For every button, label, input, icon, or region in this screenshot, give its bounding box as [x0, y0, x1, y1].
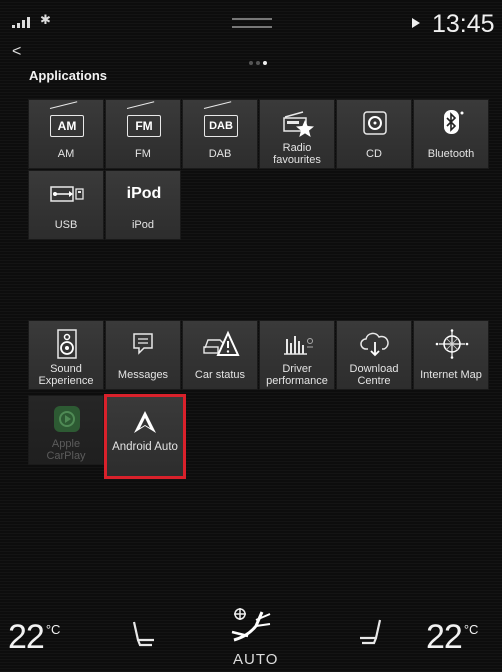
climate-auto-label[interactable]: AUTO [233, 651, 278, 668]
am-radio-icon: AM [29, 106, 105, 140]
signal-strength-icon [12, 17, 30, 28]
app-label: iPod [131, 219, 155, 231]
playing-icon [412, 18, 420, 28]
app-label: DAB [208, 148, 232, 160]
right-temperature[interactable]: 22 °C [426, 618, 478, 657]
cloud-download-icon [337, 327, 413, 361]
android-auto-icon [107, 405, 183, 439]
fm-icon-text: FM [127, 115, 161, 137]
radio-star-icon [260, 106, 336, 140]
cd-icon [337, 106, 413, 140]
status-bar: ✱ 13:45 [0, 0, 502, 44]
page-dot [249, 61, 253, 65]
app-label: FM [135, 148, 151, 160]
dab-icon-text: DAB [204, 115, 238, 137]
app-label: Bluetooth [427, 148, 475, 160]
app-tile-apple-carplay[interactable]: Apple CarPlay [28, 395, 104, 465]
temp-unit: °C [463, 622, 479, 637]
app-tile-fm[interactable]: FM FM [105, 99, 181, 169]
dab-radio-icon: DAB [183, 106, 259, 140]
app-label: Apple CarPlay [46, 438, 86, 462]
clock: 13:45 [432, 10, 495, 38]
infotainment-screen: ✱ 13:45 < Applications AM AM FM FM DAB D… [0, 0, 502, 672]
app-tile-car-status[interactable]: Car status [182, 320, 258, 390]
app-label: Driver performance [266, 363, 328, 387]
app-tile-download-centre[interactable]: Download Centre [336, 320, 412, 390]
left-temp-value: 22 [8, 618, 45, 656]
right-seat-heat-icon[interactable] [356, 616, 386, 648]
app-tile-radio-favourites[interactable]: Radio favourites [259, 99, 335, 169]
compass-icon [414, 327, 490, 361]
am-icon-text: AM [50, 115, 84, 137]
page-title: Applications [29, 68, 108, 83]
ipod-icon: iPod [106, 177, 182, 211]
app-tile-bluetooth[interactable]: Bluetooth [413, 99, 489, 169]
bluetooth-icon [414, 106, 490, 140]
left-seat-heat-icon[interactable] [130, 618, 156, 648]
page-indicator [249, 52, 270, 70]
app-label: CD [366, 148, 382, 160]
page-dot-active [263, 61, 267, 65]
app-label: Download Centre [349, 363, 399, 387]
app-label: AM [57, 148, 75, 160]
page-dot [256, 61, 260, 65]
fan-airflow-icon[interactable] [226, 606, 276, 648]
ipod-icon-text: iPod [126, 185, 162, 202]
bar-graph-icon [260, 327, 336, 361]
temp-unit: °C [45, 622, 61, 637]
app-tile-messages[interactable]: Messages [105, 320, 181, 390]
app-tile-am[interactable]: AM AM [28, 99, 104, 169]
app-label: Car status [194, 369, 246, 381]
app-tile-internet-map[interactable]: Internet Map [413, 320, 489, 390]
car-warning-icon [183, 327, 259, 361]
app-tile-ipod[interactable]: iPod iPod [105, 170, 181, 240]
app-label: Radio favourites [273, 142, 321, 166]
fm-radio-icon: FM [106, 106, 182, 140]
speaker-icon [29, 327, 105, 361]
app-tile-android-auto[interactable]: Android Auto [104, 394, 186, 479]
app-label: Internet Map [420, 369, 482, 381]
app-tile-cd[interactable]: CD [336, 99, 412, 169]
usb-icon [29, 177, 105, 211]
app-tile-usb[interactable]: USB [28, 170, 104, 240]
app-label: Android Auto [112, 441, 178, 453]
bluetooth-status-icon: ✱ [40, 12, 51, 27]
back-button[interactable]: < [12, 43, 21, 61]
right-temp-value: 22 [426, 618, 463, 656]
carplay-icon [29, 402, 105, 436]
app-label: Messages [117, 369, 169, 381]
app-label: USB [54, 219, 78, 231]
drag-down-handle[interactable] [232, 18, 272, 28]
app-label: Sound Experience [38, 363, 94, 387]
message-icon [106, 327, 182, 361]
app-tile-driver-performance[interactable]: Driver performance [259, 320, 335, 390]
app-tile-sound-experience[interactable]: Sound Experience [28, 320, 104, 390]
left-temperature[interactable]: 22 °C [8, 618, 60, 657]
app-tile-dab[interactable]: DAB DAB [182, 99, 258, 169]
